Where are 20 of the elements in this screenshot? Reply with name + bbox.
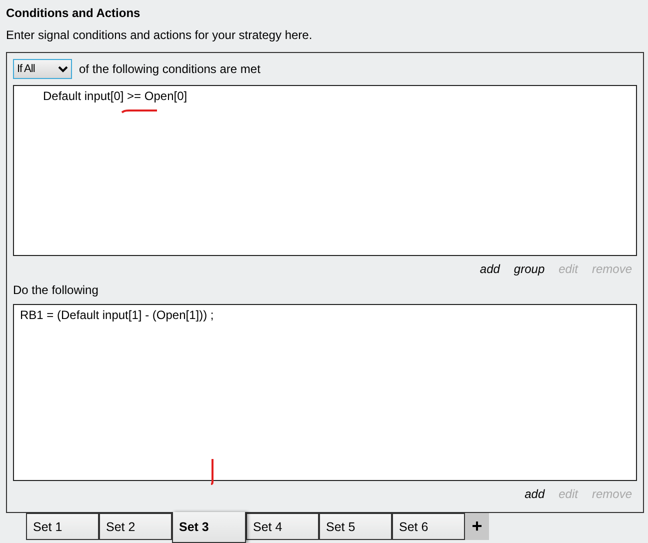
mode-dropdown[interactable]: If All [13,59,72,80]
add-tab-button[interactable]: + [465,513,489,540]
condition-item[interactable]: Default input[0] >= Open[0] [20,89,630,104]
mode-label: of the following conditions are met [79,62,260,76]
annotation-stroke [210,458,214,485]
set-tab[interactable]: Set 3 [172,512,246,543]
set-tab[interactable]: Set 5 [319,513,392,540]
action-item[interactable]: RB1 = (Default input[1] - (Open[1])) ; [20,308,630,322]
set-tab[interactable]: Set 1 [26,513,99,540]
set-tab[interactable]: Set 6 [392,513,465,540]
section-description: Enter signal conditions and actions for your strategy here. [6,28,314,44]
set-tab[interactable]: Set 2 [99,513,172,540]
action-link[interactable]: add [524,487,545,502]
actions-label: Do the following [13,283,100,298]
section-title: Conditions and Actions [6,6,142,22]
chevron-down-icon [58,66,68,73]
condition-action-link[interactable]: add [480,262,500,276]
annotation-underline [121,109,158,114]
condition-action-link[interactable]: group [514,262,545,276]
set-tab[interactable]: Set 4 [246,513,319,540]
